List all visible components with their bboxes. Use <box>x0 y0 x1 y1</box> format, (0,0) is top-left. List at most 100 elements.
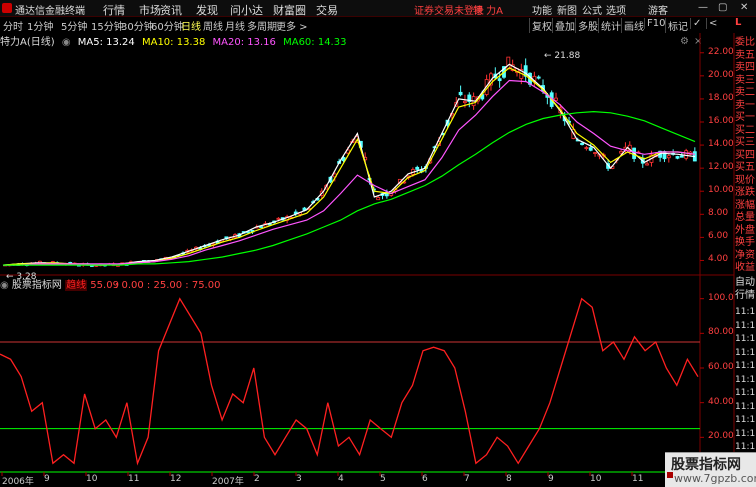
menu-function[interactable]: 功能 <box>532 2 552 17</box>
tool-mark[interactable]: 标记 <box>665 18 688 33</box>
tool-statistics[interactable]: 统计 <box>598 18 621 33</box>
ma20-label: MA20: 13.16 <box>212 37 276 48</box>
candle-body <box>328 176 333 183</box>
price-tick-label: 12.00 <box>708 162 734 173</box>
tool-check-icon[interactable]: ✓ <box>690 18 701 29</box>
x-tick-label: 10 <box>86 474 98 484</box>
side-time-item: 11:1 <box>735 361 756 371</box>
candle-body <box>267 223 272 226</box>
candle-body <box>623 146 628 150</box>
menu-discover[interactable]: 发现 <box>196 2 218 18</box>
price-tick-label: 6.00 <box>708 231 729 242</box>
tool-overlay[interactable]: 叠加 <box>552 18 575 33</box>
candle-body <box>46 262 51 265</box>
candle-body <box>423 166 428 169</box>
side-item[interactable]: 卖一 <box>735 100 755 112</box>
side-item[interactable]: 换手 <box>735 237 755 249</box>
candle-body <box>116 264 120 267</box>
candle-body <box>63 263 68 266</box>
tool-multi-stock[interactable]: 多股 <box>575 18 598 33</box>
stock-name: 特力A <box>0 37 27 48</box>
candle-body <box>285 216 290 221</box>
side-item[interactable]: 涨幅 <box>735 200 755 212</box>
period-tab-more[interactable]: 更多 > <box>276 18 308 33</box>
side-item[interactable]: 卖四 <box>735 62 755 74</box>
period-tab-5min[interactable]: 5分钟 <box>61 18 87 33</box>
side-item[interactable]: 总量 <box>735 212 755 224</box>
side-item[interactable]: 买五 <box>735 162 755 174</box>
candle-body <box>471 96 476 107</box>
period-tab-intraday[interactable]: 分时 <box>3 18 23 33</box>
candle-body <box>363 156 368 161</box>
menu-new-chart[interactable]: 新图 <box>557 2 577 17</box>
side-lower-item[interactable]: 行情 <box>735 290 755 302</box>
toggle-icon[interactable]: ◉ <box>62 37 71 48</box>
menu-ask[interactable]: 问小达 <box>230 2 263 18</box>
price-tick-label: 20.00 <box>708 69 734 80</box>
side-item[interactable]: 买四 <box>735 150 755 162</box>
period-tab-1min[interactable]: 1分钟 <box>27 18 53 33</box>
menu-quotes[interactable]: 行情 <box>103 2 125 18</box>
period-tab-monthly[interactable]: 月线 <box>225 18 245 33</box>
price-tick-label: 16.00 <box>708 116 734 126</box>
period-tab-daily[interactable]: 日线 <box>181 18 201 33</box>
guest-label[interactable]: 游客 <box>648 2 668 17</box>
panel-close-icon[interactable]: × <box>694 36 702 47</box>
menu-formula[interactable]: 公式 <box>582 2 602 17</box>
candle-body <box>458 91 463 96</box>
candle-body <box>389 193 394 196</box>
period-tab-30min[interactable]: 30分钟 <box>121 18 154 33</box>
candle-body <box>150 260 155 263</box>
close-icon[interactable]: ✕ <box>740 2 748 13</box>
side-item[interactable]: 涨跌 <box>735 187 755 199</box>
candle-body <box>185 250 190 253</box>
candle-body <box>610 165 615 169</box>
candle-body <box>515 68 519 73</box>
indicator-toggle-icon[interactable]: ◉ <box>0 280 9 291</box>
candle-body <box>484 79 489 95</box>
collapse-icon[interactable]: < <box>706 18 717 29</box>
menu-options[interactable]: 选项 <box>606 2 626 17</box>
candle-body <box>111 263 116 267</box>
price-tick-label: 4.00 <box>708 254 729 265</box>
candle-body <box>85 263 90 266</box>
title-bar: 通达信金融终端 行情 市场 资讯 发现 问小达 财富圈 交易 证券交易未登录 特… <box>0 0 756 17</box>
candle-body <box>441 132 446 136</box>
side-item[interactable]: 买二 <box>735 125 755 137</box>
candle-body <box>341 157 346 162</box>
side-item[interactable]: 收益 <box>735 262 755 274</box>
candle-body <box>42 262 47 265</box>
side-panel-flag-icon[interactable]: L <box>735 17 741 29</box>
side-item[interactable]: 卖二 <box>735 87 755 99</box>
period-tab-15min[interactable]: 15分钟 <box>91 18 124 33</box>
menu-wealth[interactable]: 财富圈 <box>273 2 306 18</box>
side-item[interactable]: 净资 <box>735 250 755 262</box>
candle-body <box>168 257 172 260</box>
minimize-icon[interactable]: — <box>698 2 708 13</box>
maximize-icon[interactable]: ▢ <box>718 2 727 13</box>
side-time-item: 11:1 <box>735 401 756 412</box>
side-lower-item[interactable]: 自动 <box>735 277 755 289</box>
side-item[interactable]: 买一 <box>735 112 755 124</box>
candle-body <box>241 231 246 234</box>
menu-trade[interactable]: 交易 <box>316 2 338 18</box>
side-item[interactable]: 外盘 <box>735 225 755 237</box>
side-item[interactable]: 卖三 <box>735 75 755 87</box>
tool-restore-rights[interactable]: 复权 <box>529 18 552 33</box>
candle-body <box>627 144 632 151</box>
candle-body <box>55 262 60 264</box>
period-tab-60min[interactable]: 60分钟 <box>151 18 184 33</box>
settings-icon[interactable]: ⚙ <box>680 36 689 47</box>
side-item[interactable]: 委比 <box>735 37 755 49</box>
period-tab-multi[interactable]: 多周期 <box>247 18 277 33</box>
period-tab-weekly[interactable]: 周线 <box>203 18 223 33</box>
side-item[interactable]: 现价 <box>735 175 755 187</box>
menu-market[interactable]: 市场 <box>139 2 161 18</box>
menu-news[interactable]: 资讯 <box>160 2 182 18</box>
candle-body <box>410 169 415 175</box>
candle-body <box>90 264 94 267</box>
tool-f10[interactable]: F10 <box>644 18 665 29</box>
tool-draw-line[interactable]: 画线 <box>621 18 644 33</box>
side-item[interactable]: 买三 <box>735 137 755 149</box>
side-item[interactable]: 卖五 <box>735 50 755 62</box>
